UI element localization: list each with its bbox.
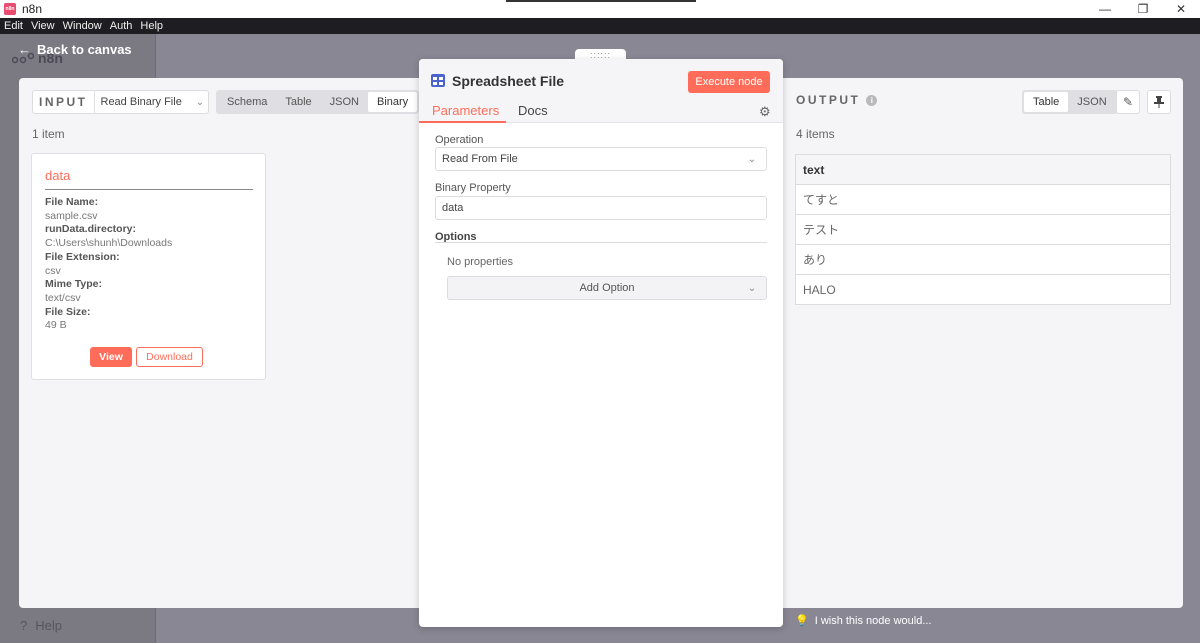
menu-bar: Edit View Window Auth Help [0, 18, 1200, 34]
table-cell: HALO [795, 274, 1171, 305]
parameters-header: Spreadsheet File Execute node Parameters… [419, 59, 783, 123]
minimize-button[interactable]: — [1086, 0, 1124, 18]
binary-data-card: data File Name: sample.csv runData.direc… [31, 153, 266, 380]
back-to-canvas-link[interactable]: ← Back to canvas [18, 42, 132, 57]
window-titlebar: n8n n8n — ❐ ✕ [0, 0, 1200, 18]
output-label: OUTPUT [796, 93, 861, 107]
maximize-button[interactable]: ❐ [1124, 0, 1162, 18]
close-button[interactable]: ✕ [1162, 0, 1200, 18]
mime-type-key: Mime Type: [45, 278, 102, 291]
back-label: Back to canvas [37, 42, 132, 57]
input-node-name: Read Binary File [100, 96, 182, 108]
file-name-key: File Name: [45, 196, 99, 208]
input-tab-table[interactable]: Table [276, 92, 320, 112]
table-cell: てすと [795, 184, 1171, 215]
file-size-key: File Size: [45, 305, 91, 318]
binary-property-input[interactable]: data [435, 196, 767, 220]
options-divider [435, 242, 767, 243]
binary-property-value: data [442, 202, 464, 214]
input-tab-binary[interactable]: Binary [368, 92, 418, 112]
arrow-left-icon: ← [18, 42, 31, 57]
chevron-down-icon: ⌄ [195, 96, 205, 108]
table-cell: テスト [795, 214, 1171, 245]
active-tab-indicator [419, 121, 506, 123]
pin-data-button[interactable] [1147, 90, 1171, 114]
chevron-down-icon: ⌄ [747, 153, 757, 165]
feedback-link[interactable]: 💡 I wish this node would... [795, 614, 932, 628]
operation-label: Operation [435, 134, 484, 146]
help-menu[interactable]: ? Help [20, 618, 62, 633]
pencil-icon: ✎ [1122, 95, 1134, 109]
no-properties-text: No properties [447, 256, 514, 268]
directory-key: runData.directory: [45, 223, 137, 236]
tab-parameters[interactable]: Parameters [432, 103, 499, 118]
directory-value: C:\Users\shunh\Downloads [45, 237, 173, 250]
output-header: OUTPUT i [796, 93, 878, 107]
output-tab-json[interactable]: JSON [1068, 92, 1115, 112]
output-mode-tabs: Table JSON [1022, 90, 1118, 114]
menu-auth[interactable]: Auth [110, 20, 133, 32]
view-button[interactable]: View [90, 347, 132, 367]
table-row: テスト [795, 214, 1171, 245]
gear-icon[interactable]: ⚙ [759, 104, 771, 120]
pin-icon [1154, 96, 1164, 108]
parameters-panel: Spreadsheet File Execute node Parameters… [419, 59, 783, 627]
output-table: text てすと テスト あり HALO [795, 154, 1171, 305]
menu-help[interactable]: Help [140, 20, 163, 32]
tab-docs[interactable]: Docs [518, 103, 548, 118]
table-row: HALO [795, 274, 1171, 305]
output-item-count: 4 items [796, 127, 835, 141]
spreadsheet-icon [431, 74, 445, 87]
table-row: あり [795, 244, 1171, 275]
title-drag-strip [506, 0, 696, 2]
question-icon: ? [20, 618, 28, 633]
table-cell: あり [795, 244, 1171, 275]
file-extension-key: File Extension: [45, 250, 120, 263]
app-icon: n8n [4, 3, 16, 15]
chevron-down-icon: ⌄ [747, 282, 757, 294]
add-option-label: Add Option [579, 282, 635, 294]
file-size-value: 49 B [45, 319, 67, 332]
input-mode-tabs: Schema Table JSON Binary [216, 90, 420, 114]
edit-output-button[interactable]: ✎ [1116, 90, 1140, 114]
node-title[interactable]: Spreadsheet File [452, 73, 564, 89]
execute-node-button[interactable]: Execute node [688, 71, 770, 93]
operation-value: Read From File [442, 153, 518, 165]
app-icon-label: n8n [5, 6, 15, 12]
input-tab-schema[interactable]: Schema [218, 92, 276, 112]
window-title: n8n [22, 2, 43, 16]
add-option-button[interactable]: Add Option ⌄ [447, 276, 767, 300]
operation-select[interactable]: Read From File ⌄ [435, 147, 767, 171]
binary-title: data [45, 168, 71, 183]
output-tab-table[interactable]: Table [1024, 92, 1069, 112]
column-header-text: text [795, 154, 1171, 185]
menu-window[interactable]: Window [63, 20, 102, 32]
menu-edit[interactable]: Edit [4, 20, 23, 32]
lightbulb-icon: 💡 [795, 615, 809, 627]
table-row: てすと [795, 184, 1171, 215]
binary-divider [45, 189, 253, 190]
binary-property-label: Binary Property [435, 182, 511, 194]
menu-view[interactable]: View [31, 20, 55, 32]
mime-type-value: text/csv [45, 291, 81, 304]
input-header: INPUT Read Binary File ⌄ Schema Table JS… [32, 90, 420, 114]
download-button[interactable]: Download [136, 347, 203, 367]
input-tab-json[interactable]: JSON [321, 92, 368, 112]
binary-fields: File Name: sample.csv runData.directory:… [45, 196, 172, 333]
input-item-count: 1 item [32, 127, 65, 141]
file-extension-value: csv [45, 264, 61, 277]
input-node-select[interactable]: INPUT Read Binary File ⌄ [32, 90, 209, 114]
info-icon[interactable]: i [866, 94, 878, 106]
help-label: Help [35, 618, 62, 633]
feedback-label: I wish this node would... [814, 614, 932, 627]
input-label: INPUT [33, 91, 95, 113]
file-name-value: sample.csv [45, 209, 98, 222]
